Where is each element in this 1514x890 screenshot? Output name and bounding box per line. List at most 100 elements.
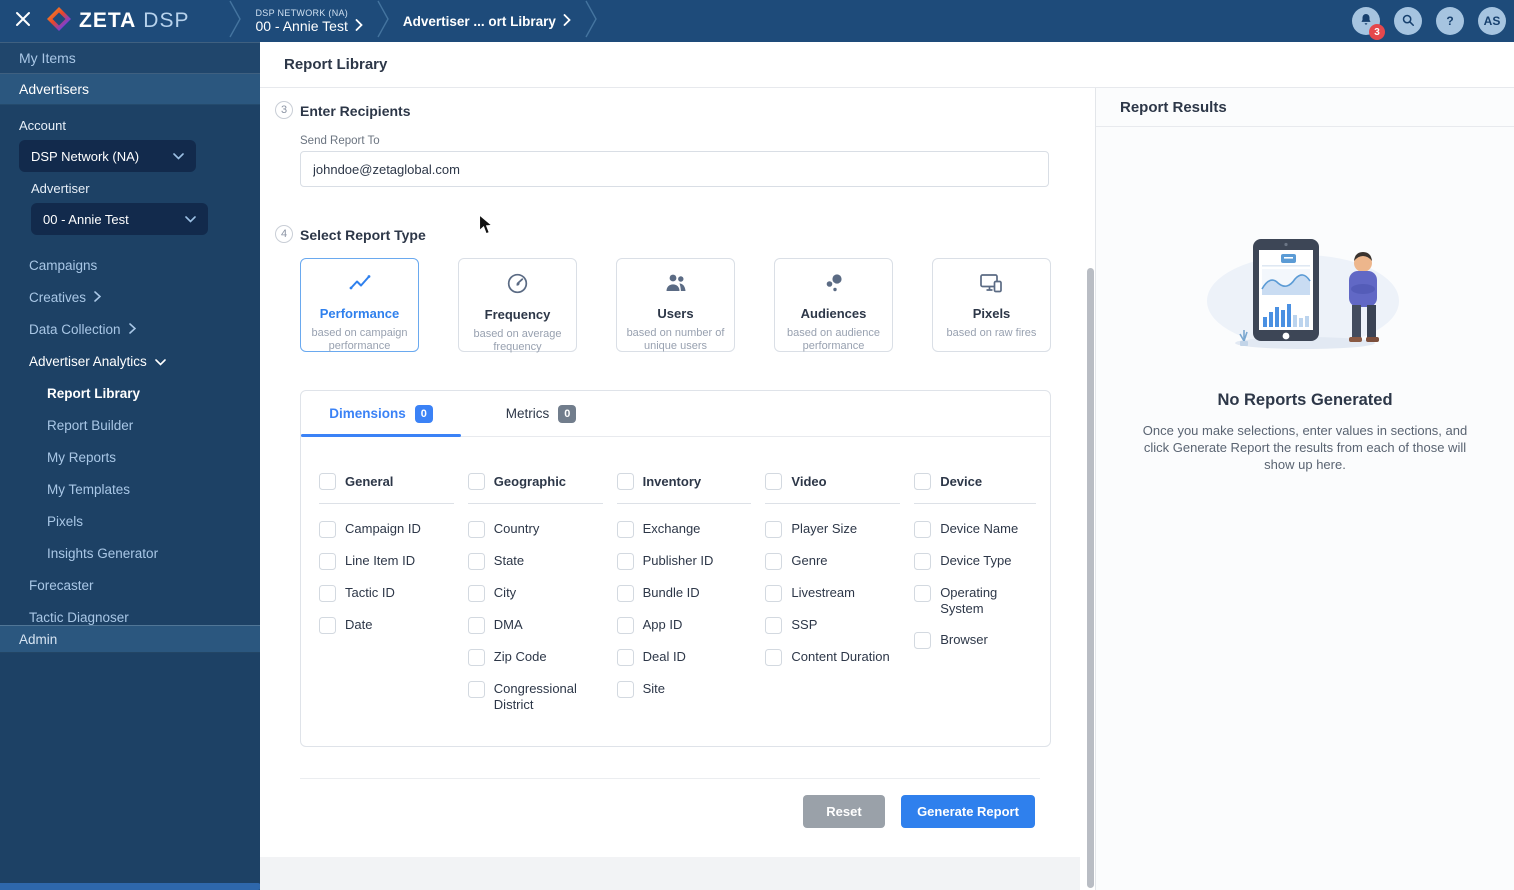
report-results-panel: Report Results No Reports Generated Once… <box>1095 88 1514 890</box>
dimension-item: Device Type <box>914 553 1050 570</box>
card-label: Frequency <box>484 307 551 322</box>
dimension-checkbox[interactable] <box>616 649 634 666</box>
card-label: Pixels <box>972 306 1011 321</box>
chevron-down-icon <box>173 147 184 165</box>
sidebar-item-data-collection[interactable]: Data Collection <box>0 313 260 345</box>
sidebar-item-report-builder[interactable]: Report Builder <box>0 409 260 441</box>
sidebar-item-my-templates[interactable]: My Templates <box>0 473 260 505</box>
dimension-checkbox[interactable] <box>914 632 932 649</box>
step-4-number: 4 <box>275 225 293 243</box>
dimension-item: Exchange <box>616 521 766 538</box>
breadcrumb-network-advertiser[interactable]: DSP NETWORK (NA) 00 - Annie Test <box>255 8 363 34</box>
select-report-type-title: Select Report Type <box>300 227 426 243</box>
sidebar-item-insights-generator[interactable]: Insights Generator <box>0 537 260 569</box>
dimension-checkbox[interactable] <box>914 553 932 570</box>
dimension-item-label: Congressional District <box>493 681 577 712</box>
generate-report-button[interactable]: Generate Report <box>901 795 1035 828</box>
dimension-checkbox[interactable] <box>319 617 336 634</box>
reset-button[interactable]: Reset <box>803 795 885 828</box>
tab-dimensions-label: Dimensions <box>329 406 406 421</box>
group-header: Video <box>765 473 901 504</box>
avatar[interactable]: AS <box>1478 7 1506 35</box>
account-dropdown[interactable]: DSP Network (NA) <box>19 140 196 172</box>
dimension-item-label: Exchange <box>642 521 701 536</box>
advertiser-dropdown[interactable]: 00 - Annie Test <box>31 203 208 235</box>
empty-state-title: No Reports Generated <box>1217 391 1393 409</box>
breadcrumb-separator-icon <box>585 0 597 43</box>
report-type-card-performance[interactable]: Performance based on campaign performanc… <box>300 258 419 352</box>
tab-metrics[interactable]: Metrics 0 <box>461 391 621 436</box>
group-label: Video <box>791 474 827 489</box>
sidebar-item-my-reports[interactable]: My Reports <box>0 441 260 473</box>
dimension-checkbox[interactable] <box>467 649 485 666</box>
dimension-checkbox[interactable] <box>616 681 634 698</box>
sidebar-section-admin[interactable]: Admin <box>0 625 260 653</box>
close-button[interactable] <box>0 0 46 42</box>
dimension-checkbox[interactable] <box>616 617 634 634</box>
dimension-checkbox[interactable] <box>765 617 783 634</box>
dimension-checkbox[interactable] <box>319 521 336 538</box>
notifications-button[interactable]: 3 <box>1352 7 1385 40</box>
sidebar-campaigns-label: Campaigns <box>29 257 98 273</box>
group-checkbox[interactable] <box>914 473 932 490</box>
dimension-checkbox[interactable] <box>467 585 485 602</box>
horizontal-scrollbar[interactable] <box>0 883 261 890</box>
help-button[interactable]: ? <box>1436 7 1464 35</box>
breadcrumb-page[interactable]: Advertiser ... ort Library <box>403 14 571 29</box>
sidebar: My Items Advertisers Account DSP Network… <box>0 42 261 890</box>
advertiser-dropdown-value: 00 - Annie Test <box>43 211 129 227</box>
page-title: Report Library <box>284 56 388 73</box>
dimensions-count-badge: 0 <box>414 404 433 423</box>
search-button[interactable] <box>1394 7 1422 35</box>
dimension-item-label: State <box>493 553 525 568</box>
dimension-checkbox[interactable] <box>616 553 634 570</box>
dimension-item-label: Bundle ID <box>642 585 700 600</box>
dimension-group-general: General Campaign ID Line Item ID Tactic … <box>319 473 468 728</box>
dimension-checkbox[interactable] <box>467 553 485 570</box>
dimension-checkbox[interactable] <box>765 585 783 602</box>
report-type-card-pixels[interactable]: Pixels based on raw fires <box>932 258 1051 352</box>
sidebar-item-forecaster[interactable]: Forecaster <box>0 569 260 601</box>
dimension-checkbox[interactable] <box>319 585 336 602</box>
report-type-card-users[interactable]: Users based on number of unique users <box>616 258 735 352</box>
dimension-item: Player Size <box>765 521 914 538</box>
group-checkbox[interactable] <box>616 473 634 490</box>
tab-dimensions[interactable]: Dimensions 0 <box>301 391 461 437</box>
dimension-checkbox[interactable] <box>467 681 485 698</box>
sidebar-item-my-items[interactable]: My Items <box>0 42 260 74</box>
sidebar-item-pixels[interactable]: Pixels <box>0 505 260 537</box>
card-description: based on campaign performance <box>311 327 408 352</box>
sidebar-item-report-library[interactable]: Report Library <box>0 377 260 409</box>
sidebar-tactic-diagnoser-label: Tactic Diagnoser <box>29 609 129 625</box>
report-type-card-audiences[interactable]: Audiences based on audience performance <box>774 258 893 352</box>
vertical-scrollbar[interactable] <box>1087 268 1094 888</box>
sidebar-section-advertisers[interactable]: Advertisers <box>0 74 260 105</box>
dimension-group-geographic: Geographic Country State City DMA Zip Co… <box>467 473 617 728</box>
zeta-dsp-logo[interactable]: ZETA DSP <box>46 6 189 37</box>
dimension-checkbox[interactable] <box>765 521 783 538</box>
tab-bar: Dimensions 0 Metrics 0 <box>301 391 1050 437</box>
report-type-card-frequency[interactable]: Frequency based on average frequency <box>458 258 577 353</box>
dimension-item: Operating System <box>914 585 1050 617</box>
dimension-checkbox[interactable] <box>467 617 485 634</box>
topbar-actions: 3 ? AS <box>1352 7 1506 40</box>
sidebar-item-creatives[interactable]: Creatives <box>0 281 260 313</box>
dimension-checkbox[interactable] <box>914 585 932 602</box>
send-report-to-input[interactable] <box>300 151 1049 187</box>
dimension-checkbox[interactable] <box>616 585 634 602</box>
dimension-checkbox[interactable] <box>765 553 783 570</box>
group-checkbox[interactable] <box>319 473 336 490</box>
group-checkbox[interactable] <box>765 473 783 490</box>
breadcrumb-separator-icon <box>377 0 389 43</box>
dimension-checkbox[interactable] <box>914 521 932 538</box>
sidebar-item-campaigns[interactable]: Campaigns <box>0 249 260 281</box>
dimension-item-label: Site <box>642 681 665 696</box>
dimension-item-label: Campaign ID <box>345 521 421 536</box>
dimension-checkbox[interactable] <box>319 553 336 570</box>
advertiser-label: Advertiser <box>31 181 90 196</box>
group-checkbox[interactable] <box>467 473 485 490</box>
dimension-checkbox[interactable] <box>765 649 783 666</box>
dimension-checkbox[interactable] <box>616 521 634 538</box>
sidebar-item-advertiser-analytics[interactable]: Advertiser Analytics <box>0 345 260 377</box>
dimension-checkbox[interactable] <box>467 521 485 538</box>
